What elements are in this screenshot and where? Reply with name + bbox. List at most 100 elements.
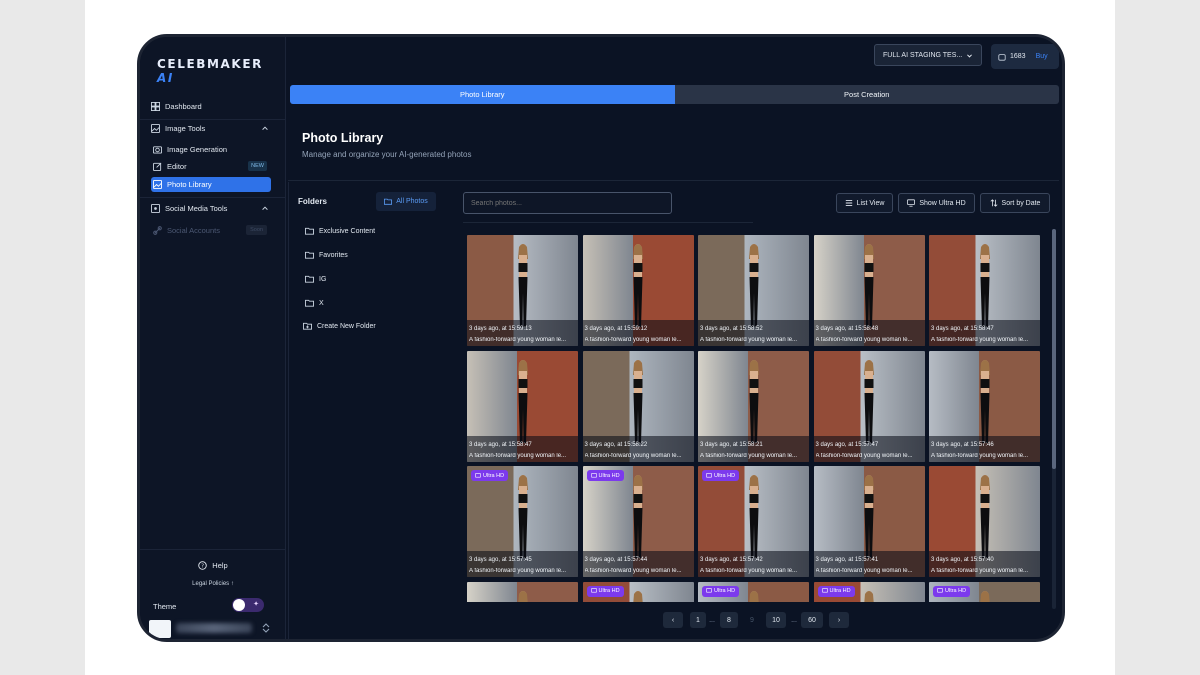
- photo-card[interactable]: Ultra HD 3 days ago, at 15:57:44 A fashion…: [582, 466, 694, 577]
- folder-icon: [305, 275, 314, 283]
- sidebar-group-image-tools[interactable]: Image Tools: [149, 121, 271, 136]
- folder-exclusive-content[interactable]: Exclusive Content: [305, 227, 375, 235]
- sidebar-group-social-media-tools[interactable]: Social Media Tools: [149, 201, 271, 216]
- page-9-current[interactable]: 9: [744, 612, 760, 628]
- search-input[interactable]: [463, 192, 672, 214]
- page-1-button[interactable]: 1: [690, 612, 706, 628]
- all-photos-button[interactable]: All Photos: [376, 192, 436, 211]
- ultra-hd-badge: Ultra HD: [471, 470, 509, 481]
- chevron-up-icon: [262, 206, 268, 210]
- ultra-hd-label: Ultra HD: [945, 588, 967, 594]
- photo-card[interactable]: 3 days ago, at 15:57:46 A fashion-forward…: [929, 350, 1040, 462]
- folder-icon: [305, 251, 314, 259]
- photo-card[interactable]: 3 days ago, at 15:57:41 A fashion-forward…: [813, 466, 925, 577]
- photo-card[interactable]: Ultra HD: [813, 581, 925, 602]
- photo-card[interactable]: 3 days ago, at 15:59:13 A fashion-forward…: [467, 235, 578, 346]
- photo-card[interactable]: 3 days ago, at 15:58:47 A fashion-forward…: [929, 235, 1040, 346]
- legal-policies-link[interactable]: Legal Policies ↑: [140, 581, 286, 587]
- project-selector[interactable]: FULL AI STAGING TES...: [874, 44, 982, 66]
- folder-icon: [305, 227, 314, 235]
- ultra-hd-label: Ultra HD: [598, 588, 620, 594]
- photo-description: A fashion-forward young woman le...: [815, 568, 913, 574]
- photo-description: A fashion-forward young woman le...: [815, 452, 913, 459]
- photo-card[interactable]: 3 days ago, at 15:59:12 A fashion-forward…: [582, 235, 694, 346]
- sidebar-item-image-generation[interactable]: Image Generation: [151, 142, 271, 157]
- app-logo[interactable]: CELEBMAKER AI: [157, 57, 285, 85]
- image-icon: [151, 124, 160, 133]
- monitor-icon: [475, 472, 481, 477]
- person-figure: [748, 244, 759, 327]
- folder-favorites[interactable]: Favorites: [305, 251, 348, 259]
- ultra-hd-badge: Ultra HD: [817, 585, 855, 597]
- monitor-icon: [590, 472, 597, 477]
- buy-button[interactable]: Buy: [1036, 53, 1048, 60]
- folder-icon: [305, 299, 314, 307]
- monitor-icon: [907, 199, 916, 207]
- person-figure: [979, 475, 990, 558]
- share-icon: [151, 204, 160, 213]
- scrollbar-thumb[interactable]: [1052, 229, 1056, 469]
- photo-card[interactable]: 3 days ago, at 15:58:21 A fashion-forward…: [698, 350, 809, 462]
- photo-description: A fashion-forward young woman le...: [931, 452, 1029, 459]
- photo-timestamp: 3 days ago, at 15:59:13: [469, 326, 532, 332]
- chevron-updown-icon[interactable]: [262, 623, 270, 633]
- ultra-hd-label: Ultra HD: [483, 472, 505, 479]
- divider: [463, 222, 753, 223]
- sort-by-date-button[interactable]: Sort by Date: [980, 193, 1050, 213]
- folders-heading: Folders: [298, 197, 327, 206]
- photo-description: A fashion-forward young woman le...: [700, 337, 798, 343]
- photo-description: A fashion-forward young woman le...: [584, 568, 682, 574]
- folder-x[interactable]: X: [305, 299, 324, 307]
- divider: [140, 197, 286, 198]
- sidebar-item-editor[interactable]: Editor NEW: [151, 159, 271, 174]
- app-window: CELEBMAKER AI Dashboard Image Tools Imag…: [137, 34, 1065, 642]
- help-link[interactable]: ? Help: [140, 561, 286, 570]
- prev-page-button[interactable]: ‹: [663, 612, 683, 628]
- photo-card[interactable]: Ultra HD: [582, 581, 694, 602]
- photo-card[interactable]: Ultra HD: [698, 581, 809, 602]
- sidebar-item-dashboard[interactable]: Dashboard: [149, 99, 271, 114]
- folder-ig[interactable]: IG: [305, 275, 326, 283]
- photo-grid: 3 days ago, at 15:59:13 A fashion-forward…: [467, 235, 1041, 602]
- photo-card[interactable]: 3 days ago, at 15:57:40 A fashion-forward…: [929, 466, 1040, 577]
- page-8-button[interactable]: 8: [720, 612, 738, 628]
- person-figure: [517, 475, 528, 558]
- photo-card[interactable]: [467, 581, 578, 602]
- page-10-button[interactable]: 10: [766, 612, 786, 628]
- photo-card[interactable]: Ultra HD: [929, 581, 1040, 602]
- avatar[interactable]: [149, 620, 171, 638]
- photo-timestamp: 3 days ago, at 15:57:47: [815, 441, 879, 448]
- photo-card[interactable]: 3 days ago, at 15:58:22 A fashion-forward…: [582, 350, 694, 462]
- photo-card[interactable]: Ultra HD 3 days ago, at 15:57:42 A fashion…: [698, 466, 809, 577]
- tab-photo-library[interactable]: Photo Library: [290, 85, 675, 104]
- tab-post-creation[interactable]: Post Creation: [675, 85, 1060, 104]
- list-view-button[interactable]: List View: [836, 193, 893, 213]
- sidebar: CELEBMAKER AI Dashboard Image Tools Imag…: [140, 37, 286, 639]
- photo-card[interactable]: Ultra HD 3 days ago, at 15:57:45 A fashion…: [467, 466, 578, 577]
- photo-description: A fashion-forward young woman le...: [931, 337, 1029, 343]
- photo-card[interactable]: 3 days ago, at 15:58:47 A fashion-forward…: [467, 350, 578, 462]
- grid-scrollbar[interactable]: [1052, 229, 1056, 609]
- create-folder-button[interactable]: Create New Folder: [303, 322, 376, 330]
- person-figure: [633, 359, 643, 443]
- next-page-button[interactable]: ›: [829, 612, 849, 628]
- ultra-hd-badge: Ultra HD: [586, 585, 624, 597]
- show-ultra-hd-button[interactable]: Show Ultra HD: [898, 193, 975, 213]
- divider: [140, 549, 286, 550]
- page-60-button[interactable]: 60: [801, 612, 823, 628]
- person-figure: [748, 475, 759, 558]
- person-figure: [748, 359, 759, 443]
- sidebar-item-photo-library[interactable]: Photo Library: [151, 177, 271, 192]
- person-figure: [864, 244, 874, 327]
- person-figure: [864, 590, 874, 602]
- ultra-hd-label: Ultra HD: [598, 472, 620, 479]
- photo-card[interactable]: 3 days ago, at 15:57:47 A fashion-forward…: [813, 350, 925, 462]
- photo-card[interactable]: 3 days ago, at 15:58:52 A fashion-forward…: [698, 235, 809, 346]
- theme-toggle[interactable]: ✦: [232, 598, 264, 612]
- photos-icon: [153, 180, 162, 189]
- person-figure: [517, 359, 528, 443]
- ultra-hd-label: Ultra HD: [714, 472, 736, 479]
- photo-card[interactable]: 3 days ago, at 15:58:48 A fashion-forward…: [813, 235, 925, 346]
- photo-timestamp: 3 days ago, at 15:58:22: [584, 441, 648, 448]
- photo-timestamp: 3 days ago, at 15:58:21: [700, 441, 763, 448]
